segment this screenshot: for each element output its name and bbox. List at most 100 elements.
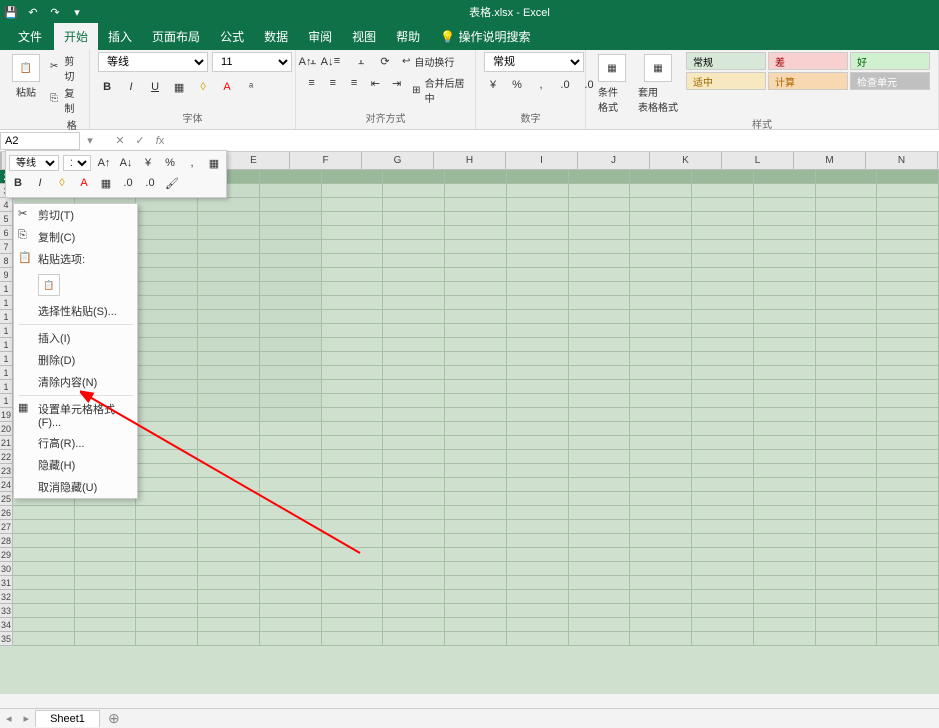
cell[interactable]	[136, 576, 198, 590]
cell[interactable]	[198, 590, 260, 604]
cell[interactable]	[877, 394, 939, 408]
cell[interactable]	[198, 464, 260, 478]
cell[interactable]	[569, 632, 631, 646]
mini-percent-icon[interactable]: %	[161, 154, 179, 172]
cell[interactable]	[383, 170, 445, 184]
column-header[interactable]: N	[866, 152, 938, 170]
cell[interactable]	[507, 170, 569, 184]
cell[interactable]	[569, 534, 631, 548]
cell[interactable]	[445, 534, 507, 548]
cell[interactable]	[569, 464, 631, 478]
row-header[interactable]: 24	[0, 478, 13, 492]
cell[interactable]	[260, 212, 322, 226]
cell[interactable]	[754, 408, 816, 422]
cell[interactable]	[754, 548, 816, 562]
cell[interactable]	[754, 198, 816, 212]
cell[interactable]	[136, 590, 198, 604]
cell[interactable]	[507, 296, 569, 310]
mini-font-color-icon[interactable]: A	[75, 174, 93, 192]
cell[interactable]	[816, 352, 878, 366]
cell[interactable]	[13, 632, 75, 646]
cell[interactable]	[322, 534, 384, 548]
cell[interactable]	[754, 576, 816, 590]
cell[interactable]	[692, 464, 754, 478]
cell[interactable]	[816, 492, 878, 506]
cell[interactable]	[816, 590, 878, 604]
cell[interactable]	[816, 184, 878, 198]
mini-increase-font-icon[interactable]: A↑	[95, 154, 113, 172]
cell[interactable]	[877, 492, 939, 506]
cell[interactable]	[445, 212, 507, 226]
cell[interactable]	[322, 170, 384, 184]
cell[interactable]	[445, 576, 507, 590]
cell[interactable]	[877, 352, 939, 366]
menu-delete[interactable]: 删除(D)	[14, 349, 137, 371]
cell[interactable]	[445, 618, 507, 632]
row-header[interactable]: 35	[0, 632, 13, 646]
cell[interactable]	[692, 226, 754, 240]
align-center-icon[interactable]: ≡	[325, 74, 340, 92]
cell[interactable]	[260, 478, 322, 492]
cell[interactable]	[198, 394, 260, 408]
cell[interactable]	[383, 198, 445, 212]
comma-icon[interactable]: ,	[532, 76, 550, 94]
cell[interactable]	[136, 394, 198, 408]
cell[interactable]	[754, 394, 816, 408]
tab-layout[interactable]: 页面布局	[142, 23, 210, 50]
row-header[interactable]: 20	[0, 422, 13, 436]
cell[interactable]	[692, 212, 754, 226]
cell[interactable]	[507, 212, 569, 226]
mini-bold-button[interactable]: B	[9, 174, 27, 192]
cell[interactable]	[630, 366, 692, 380]
cell[interactable]	[630, 520, 692, 534]
cell[interactable]	[445, 562, 507, 576]
row-header[interactable]: 1	[0, 380, 13, 394]
cell[interactable]	[198, 478, 260, 492]
cell[interactable]	[754, 282, 816, 296]
row-header[interactable]: 1	[0, 310, 13, 324]
cell[interactable]	[260, 422, 322, 436]
row-header[interactable]: 1	[0, 324, 13, 338]
cell[interactable]	[136, 436, 198, 450]
cell[interactable]	[754, 184, 816, 198]
cell[interactable]	[136, 422, 198, 436]
cell[interactable]	[630, 576, 692, 590]
cell[interactable]	[322, 604, 384, 618]
row-header[interactable]: 27	[0, 520, 13, 534]
cell[interactable]	[260, 492, 322, 506]
cell[interactable]	[816, 604, 878, 618]
cell[interactable]	[322, 184, 384, 198]
cell[interactable]	[754, 464, 816, 478]
cell[interactable]	[198, 450, 260, 464]
cell[interactable]	[816, 268, 878, 282]
cell[interactable]	[692, 520, 754, 534]
cell[interactable]	[816, 506, 878, 520]
cell[interactable]	[692, 436, 754, 450]
cell[interactable]	[445, 450, 507, 464]
cell[interactable]	[198, 296, 260, 310]
cell[interactable]	[630, 226, 692, 240]
cell[interactable]	[630, 492, 692, 506]
cell[interactable]	[136, 212, 198, 226]
mini-size-select[interactable]: 11	[63, 155, 91, 171]
row-header[interactable]: 21	[0, 436, 13, 450]
cell[interactable]	[136, 254, 198, 268]
cell[interactable]	[260, 534, 322, 548]
cell[interactable]	[507, 548, 569, 562]
cell[interactable]	[816, 534, 878, 548]
cell[interactable]	[383, 422, 445, 436]
cell[interactable]	[383, 226, 445, 240]
phonetic-button[interactable]: ᵃ	[242, 78, 260, 96]
percent-icon[interactable]: %	[508, 76, 526, 94]
cell[interactable]	[877, 198, 939, 212]
cell[interactable]	[569, 240, 631, 254]
cell[interactable]	[877, 380, 939, 394]
cell[interactable]	[260, 324, 322, 338]
row-header[interactable]: 5	[0, 212, 13, 226]
row-header[interactable]: 19	[0, 408, 13, 422]
cell[interactable]	[383, 576, 445, 590]
formula-input[interactable]	[170, 133, 939, 149]
cell[interactable]	[630, 604, 692, 618]
menu-insert[interactable]: 插入(I)	[14, 327, 137, 349]
cell[interactable]	[754, 492, 816, 506]
